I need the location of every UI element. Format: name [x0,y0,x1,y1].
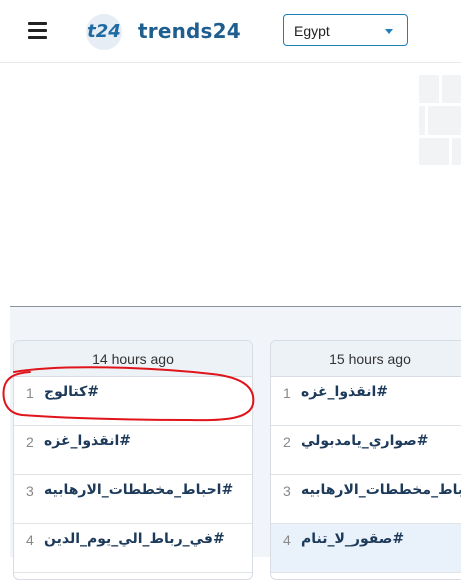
trend-hashtag-link[interactable]: #انقذوا_غزه [301,384,388,400]
trend-rank: 4 [26,532,34,548]
site-header: t24 trends24 Egypt [0,0,461,63]
country-select-value: Egypt [294,23,330,39]
chevron-down-icon [385,29,393,34]
trend-card: 14 hours ago 1 #كتالوج 2 #انقذوا_غزه 3 #… [13,340,253,580]
trend-hashtag-link[interactable]: #صواري_يامدبولي [301,433,428,449]
trend-hashtag-link[interactable]: #انقذوا_غزه [44,433,131,449]
trend-row[interactable]: 3 #احباط_مخططات_الارهابيه [14,475,252,524]
trend-row[interactable]: 1 #كتالوج [14,377,252,426]
trend-hashtag-link[interactable]: #في_رباط_الي_يوم_الدين [44,531,225,547]
trend-rank: 3 [26,483,34,499]
trend-hashtag-link[interactable]: #احباط_مخططات_الارهابيه [301,482,461,498]
trend-rank: 1 [283,385,291,401]
trend-row[interactable]: 4 #في_رباط_الي_يوم_الدين [14,524,252,573]
trend-rank: 2 [26,434,34,450]
trend-rank: 3 [283,483,291,499]
trend-row[interactable]: 2 #صواري_يامدبولي [271,426,461,475]
hamburger-menu-icon[interactable] [28,22,48,39]
trend-row[interactable]: 1 #انقذوا_غزه [271,377,461,426]
card-timestamp: 14 hours ago [14,341,252,377]
trend-row[interactable]: 3 #احباط_مخططات_الارهابيه [271,475,461,524]
brand-name[interactable]: trends24 [138,19,241,43]
logo-badge[interactable]: t24 [86,14,122,50]
ad-placeholder-pattern [419,75,461,165]
trend-row[interactable]: 2 #انقذوا_غزه [14,426,252,475]
trend-hashtag-link[interactable]: #كتالوج [44,384,99,400]
trend-rank: 4 [283,532,291,548]
trend-row[interactable]: 4 #صقور_لا_تنام [271,524,461,573]
trend-rank: 1 [26,385,34,401]
trend-card: 15 hours ago 1 #انقذوا_غزه 2 #صواري_يامد… [270,340,461,580]
trend-rank: 2 [283,434,291,450]
country-select[interactable]: Egypt [283,14,408,46]
trend-hashtag-link[interactable]: #احباط_مخططات_الارهابيه [44,482,233,498]
card-timestamp: 15 hours ago [271,341,461,377]
trend-hashtag-link[interactable]: #صقور_لا_تنام [301,531,404,547]
